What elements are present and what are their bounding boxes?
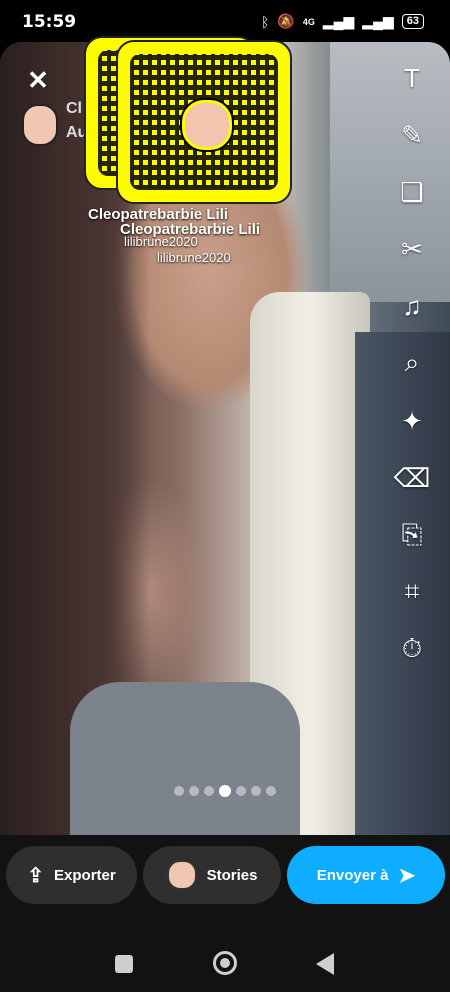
timer-icon: ⏱ xyxy=(401,633,423,663)
page-dot xyxy=(236,786,246,796)
text-tool-button[interactable]: T xyxy=(394,60,430,96)
signal-icon-2: ▂▄▆ xyxy=(362,13,394,29)
lens-search-button[interactable]: ⌕ xyxy=(394,345,430,381)
avatar xyxy=(22,104,58,146)
snapcode-sticker[interactable] xyxy=(116,40,292,204)
home-button[interactable] xyxy=(213,951,237,975)
sticker-username: lilibrune2020 xyxy=(124,234,198,249)
magic-wand-button[interactable]: ✦ xyxy=(394,403,430,439)
magic-eraser-button[interactable]: ⌫ xyxy=(393,460,431,496)
sticker-icon: ❏ xyxy=(400,176,424,207)
pencil-icon: ✎ xyxy=(401,119,423,150)
magic-eraser-icon: ⌫ xyxy=(393,462,431,493)
bitmoji-avatar-icon xyxy=(182,100,232,150)
sticker-tool-button[interactable]: ❏ xyxy=(394,174,430,210)
magic-wand-icon: ✦ xyxy=(401,405,423,436)
recent-apps-button[interactable] xyxy=(115,955,133,973)
send-to-button[interactable]: Envoyer à ➤ xyxy=(287,846,445,904)
photo-shirt xyxy=(70,682,300,835)
stories-avatar-icon xyxy=(166,860,197,890)
page-dot xyxy=(219,785,231,797)
status-time: 15:59 xyxy=(22,12,77,32)
music-icon: ♫ xyxy=(402,290,422,321)
network-type-label: 4G xyxy=(302,16,315,27)
page-dot xyxy=(204,786,214,796)
export-upload-icon: ⇪ xyxy=(27,864,45,887)
scissors-icon: ✂ xyxy=(401,233,423,264)
crop-icon: ⌗ xyxy=(404,576,420,606)
export-label: Exporter xyxy=(54,866,116,884)
music-tool-button[interactable]: ♫ xyxy=(394,288,430,324)
page-dot xyxy=(251,786,261,796)
sticker-username-2: lilibrune2020 xyxy=(157,250,231,265)
background-trees xyxy=(330,42,450,302)
stories-label: Stories xyxy=(206,866,258,884)
draw-tool-button[interactable]: ✎ xyxy=(394,117,430,153)
page-dot xyxy=(189,786,199,796)
close-button[interactable]: ✕ xyxy=(24,66,52,94)
export-button[interactable]: ⇪ Exporter xyxy=(6,846,137,904)
send-label: Envoyer à xyxy=(316,866,389,884)
crop-button[interactable]: ⌗ xyxy=(394,574,430,610)
scissors-tool-button[interactable]: ✂ xyxy=(394,231,430,267)
lens-search-icon: ⌕ xyxy=(404,347,420,377)
status-icons: ᛒ 🔕 4G ▂▄▆ ▂▄▆ 63 xyxy=(261,13,424,30)
mute-bell-icon: 🔕 xyxy=(277,13,295,29)
attachment-button[interactable]: ⎘ xyxy=(394,517,430,553)
header-name-fragment: Cl xyxy=(66,100,82,117)
battery-indicator: 63 xyxy=(401,14,424,29)
page-dot xyxy=(266,786,276,796)
paperclip-icon: ⎘ xyxy=(401,519,423,549)
signal-icon: ▂▄▆ xyxy=(322,13,355,29)
text-icon: T xyxy=(404,62,420,93)
page-dot xyxy=(174,786,184,796)
back-button[interactable] xyxy=(316,953,334,975)
timer-button[interactable]: ⏱ xyxy=(394,631,430,667)
stories-button[interactable]: Stories xyxy=(143,846,281,904)
send-arrow-icon: ➤ xyxy=(398,864,416,887)
bluetooth-icon: ᛒ xyxy=(260,13,270,30)
page-indicator xyxy=(174,785,276,797)
